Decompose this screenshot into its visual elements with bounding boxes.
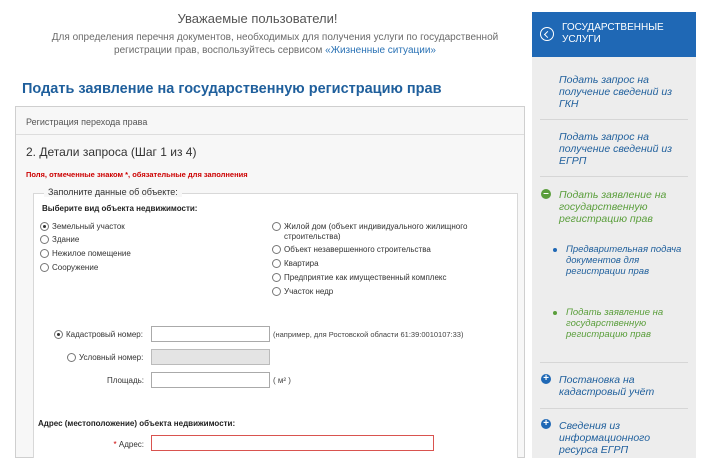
notice-title: Уважаемые пользователи! (177, 11, 338, 26)
fieldset-legend: Заполните данные об объекте: (44, 187, 182, 197)
radio-button[interactable] (40, 263, 49, 272)
radio-land-plot[interactable]: Земельный участок (40, 222, 125, 232)
radio-conditional-number[interactable]: Условный номер: (67, 353, 143, 363)
required-mark: * (113, 440, 117, 449)
dot-icon (553, 311, 557, 315)
radio-unfinished-construction[interactable]: Объект незавершенного строительства (272, 245, 431, 255)
sidebar-subitem-registration[interactable]: Подать заявление на государственную реги… (566, 307, 686, 340)
radio-label: Сооружение (52, 263, 99, 272)
area-label: Площадь: (106, 376, 144, 385)
radio-button[interactable] (272, 273, 281, 282)
cadastral-number-input[interactable] (151, 326, 270, 342)
radio-button[interactable] (67, 353, 76, 362)
radio-label: Жилой дом (объект индивидуального жилищн… (284, 222, 468, 241)
area-unit: ( м² ) (273, 376, 291, 385)
radio-cadastral-number[interactable]: Кадастровый номер: (54, 330, 143, 340)
conditional-label: Условный номер: (79, 353, 144, 362)
radio-label: Здание (52, 235, 80, 244)
property-type-label: Выберите вид объекта недвижимости: (42, 204, 198, 213)
services-sidebar: ГОСУДАРСТВЕННЫЕ УСЛУГИ Подать запрос на … (532, 12, 696, 458)
address-input[interactable] (151, 435, 434, 451)
sidebar-divider (540, 176, 688, 177)
panel-divider (16, 134, 524, 135)
sidebar-header[interactable]: ГОСУДАРСТВЕННЫЕ УСЛУГИ (532, 12, 696, 57)
sidebar-divider (540, 362, 688, 363)
sidebar-item-egrp-info[interactable]: Сведения из информационного ресурса ЕГРП (559, 420, 684, 456)
address-label: Адрес: (118, 440, 144, 449)
radio-label: Участок недр (284, 287, 334, 296)
radio-enterprise[interactable]: Предприятие как имущественный комплекс (272, 273, 447, 283)
sidebar-item-cadastral[interactable]: Постановка на кадастровый учёт (559, 374, 684, 398)
address-section-label: Адрес (местоположение) объекта недвижимо… (38, 419, 236, 428)
address-label-wrap: * Адрес: (74, 440, 144, 449)
radio-building[interactable]: Здание (40, 235, 79, 245)
sidebar-subitem-preliminary[interactable]: Предварительная подача документов для ре… (566, 244, 686, 277)
page-title: Подать заявление на государственную реги… (22, 81, 442, 97)
sidebar-item-gkn-request[interactable]: Подать запрос на получение сведений из Г… (559, 74, 684, 110)
radio-button[interactable] (40, 249, 49, 258)
plus-circle-icon[interactable]: + (541, 419, 551, 429)
radio-label: Предприятие как имущественный комплекс (284, 273, 447, 282)
sidebar-divider (540, 119, 688, 120)
object-fieldset: Заполните данные об объекте: Выберите ви… (33, 187, 518, 458)
radio-label: Земельный участок (52, 222, 125, 231)
sidebar-header-title: ГОСУДАРСТВЕННЫЕ УСЛУГИ (562, 22, 664, 45)
sidebar-divider (540, 408, 688, 409)
radio-label: Нежилое помещение (52, 249, 131, 258)
radio-nonresidential[interactable]: Нежилое помещение (40, 249, 131, 259)
radio-subsoil-plot[interactable]: Участок недр (272, 287, 333, 297)
minus-circle-icon[interactable]: – (541, 189, 551, 199)
notice-text: Для определения перечня документов, необ… (40, 31, 510, 57)
form-panel: Регистрация перехода права 2. Детали зап… (15, 106, 525, 458)
area-input[interactable] (151, 372, 270, 388)
panel-header: Регистрация перехода права (26, 117, 148, 127)
cadastral-label: Кадастровый номер: (66, 330, 143, 339)
radio-button[interactable] (272, 259, 281, 268)
radio-label: Квартира (284, 259, 319, 268)
sidebar-item-registration[interactable]: Подать заявление на государственную реги… (559, 189, 684, 225)
radio-button[interactable] (40, 235, 49, 244)
radio-residential-house[interactable]: Жилой дом (объект индивидуального жилищн… (272, 222, 487, 242)
required-note: Поля, отмеченные знаком *, обязательные … (26, 170, 248, 179)
radio-button[interactable] (40, 222, 49, 231)
radio-button[interactable] (54, 330, 63, 339)
radio-button[interactable] (272, 287, 281, 296)
back-arrow-icon[interactable] (540, 27, 554, 41)
conditional-number-input (151, 349, 270, 365)
plus-circle-icon[interactable]: + (541, 374, 551, 384)
radio-apartment[interactable]: Квартира (272, 259, 319, 269)
life-situations-link[interactable]: «Жизненные ситуации» (325, 45, 436, 56)
radio-button[interactable] (272, 222, 281, 231)
radio-button[interactable] (272, 245, 281, 254)
dot-icon (553, 248, 557, 252)
radio-structure[interactable]: Сооружение (40, 263, 98, 273)
radio-label: Объект незавершенного строительства (284, 245, 431, 254)
step-title: 2. Детали запроса (Шаг 1 из 4) (26, 145, 197, 159)
sidebar-item-egrp-request[interactable]: Подать запрос на получение сведений из Е… (559, 131, 684, 167)
cadastral-hint: (например, для Ростовской области 61:39:… (273, 330, 464, 339)
